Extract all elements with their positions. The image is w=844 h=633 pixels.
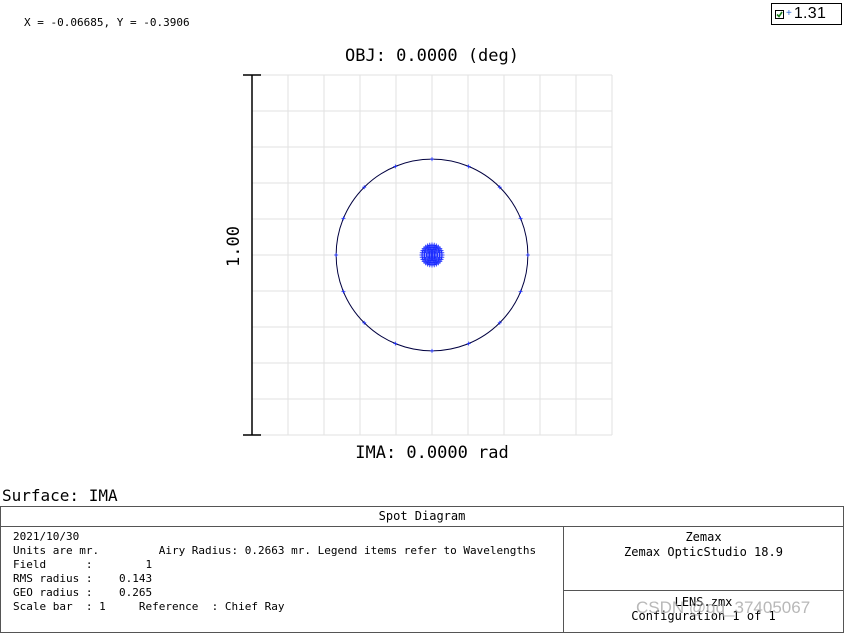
field-line: Field : 1 xyxy=(13,558,153,571)
product-name: Zemax OpticStudio 18.9 xyxy=(624,545,783,559)
date-line: 2021/10/30 xyxy=(13,530,80,543)
image-surface-label: IMA: 0.0000 rad xyxy=(355,443,509,463)
watermark: CSDN @qq_37405067 xyxy=(636,598,811,617)
company-name: Zemax xyxy=(685,530,722,544)
geo-radius-line: GEO radius : 0.265 xyxy=(13,586,153,599)
product-info-cell: Zemax Zemax OpticStudio 18.9 xyxy=(564,527,843,591)
table-title: Spot Diagram xyxy=(1,507,843,527)
units-line: Units are mr. Airy Radius: 0.2663 mr. Le… xyxy=(13,544,537,557)
surface-label: Surface: IMA xyxy=(2,486,118,505)
spot-diagram-plot[interactable] xyxy=(0,0,844,480)
rms-radius-line: RMS radius : 0.143 xyxy=(13,572,153,585)
ray-spot-points xyxy=(419,242,445,268)
scale-bar-label: 1.00 xyxy=(224,226,244,267)
analysis-info-cell: 2021/10/30 Units are mr. Airy Radius: 0.… xyxy=(1,527,564,632)
scale-bar-line: Scale bar : 1 Reference : Chief Ray xyxy=(13,600,285,613)
